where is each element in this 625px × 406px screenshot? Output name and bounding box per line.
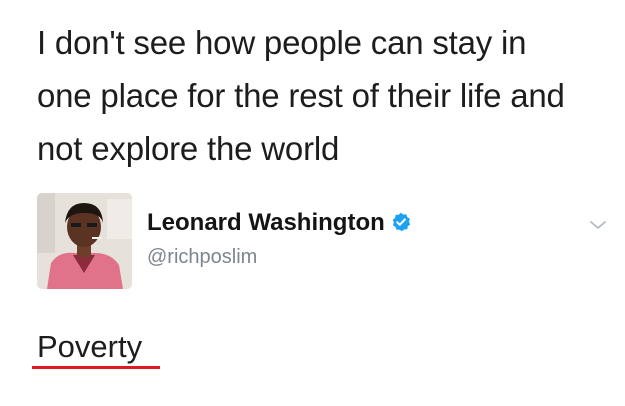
author-handle[interactable]: @richposlim bbox=[147, 246, 257, 269]
profile-photo-icon bbox=[37, 193, 132, 289]
quoted-tweet-line: not explore the world bbox=[37, 130, 340, 167]
chevron-down-icon[interactable] bbox=[588, 218, 608, 232]
quoted-tweet-line: one place for the rest of their life and bbox=[37, 77, 565, 114]
quoted-tweet-line: I don't see how people can stay in bbox=[37, 24, 527, 61]
author-display-name[interactable]: Leonard Washington bbox=[147, 209, 385, 236]
reply-text: Poverty bbox=[37, 329, 143, 364]
verified-badge-icon bbox=[391, 211, 411, 239]
author-name[interactable]: Leonard Washington bbox=[147, 209, 411, 239]
red-underline-annotation bbox=[32, 366, 160, 369]
avatar[interactable] bbox=[37, 193, 132, 289]
quoted-tweet-text: I don't see how people can stay in one p… bbox=[37, 16, 617, 175]
